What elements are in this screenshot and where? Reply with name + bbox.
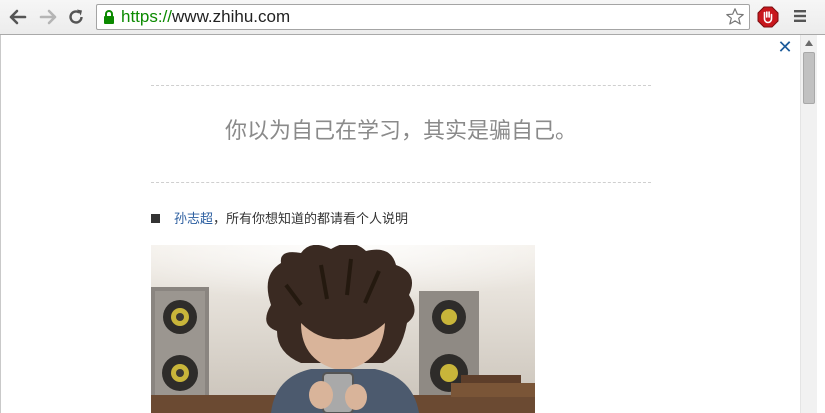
square-bullet-icon: [151, 214, 160, 223]
vertical-scrollbar[interactable]: [800, 35, 817, 413]
forward-arrow-icon: [39, 9, 57, 25]
author-description: ，所有你想知道的都请看个人说明: [213, 212, 409, 227]
window-edge: [0, 35, 1, 413]
bookmark-star-icon[interactable]: [725, 7, 745, 27]
scroll-up-arrow-icon: [805, 40, 813, 46]
back-button[interactable]: [6, 5, 30, 29]
browser-menu-button[interactable]: [792, 8, 808, 28]
forward-button[interactable]: [36, 5, 60, 29]
back-arrow-icon: [9, 9, 27, 25]
page-viewport: ✕ 你以为自己在学习，其实是骗自己。 孙志超，所有你想知道的都请看个人说明: [0, 35, 825, 413]
url-text: https://www.zhihu.com: [121, 7, 290, 27]
scroll-up-button[interactable]: [801, 35, 817, 51]
window-right-edge: [817, 35, 825, 413]
scrollbar-thumb[interactable]: [803, 52, 815, 104]
author-link[interactable]: 孙志超: [174, 212, 213, 227]
url-host: www.zhihu.com: [172, 7, 291, 26]
lock-icon: [104, 10, 114, 24]
animated-character-image: [151, 245, 535, 413]
reload-icon: [69, 9, 83, 24]
address-bar[interactable]: https://www.zhihu.com: [96, 4, 750, 30]
bottom-divider: [151, 182, 651, 183]
adblock-extension-button[interactable]: [757, 6, 779, 32]
close-icon[interactable]: ✕: [777, 39, 793, 57]
browser-toolbar: https://www.zhihu.com: [0, 0, 825, 35]
hamburger-menu-icon: [794, 10, 806, 22]
article-image: [151, 245, 535, 413]
reload-button[interactable]: [64, 5, 88, 29]
page-quote: 你以为自己在学习，其实是骗自己。: [224, 119, 577, 144]
top-divider: [151, 85, 651, 86]
author-line: 孙志超，所有你想知道的都请看个人说明: [151, 211, 408, 229]
url-scheme: https://: [121, 7, 173, 26]
stop-sign-icon: [757, 6, 779, 28]
